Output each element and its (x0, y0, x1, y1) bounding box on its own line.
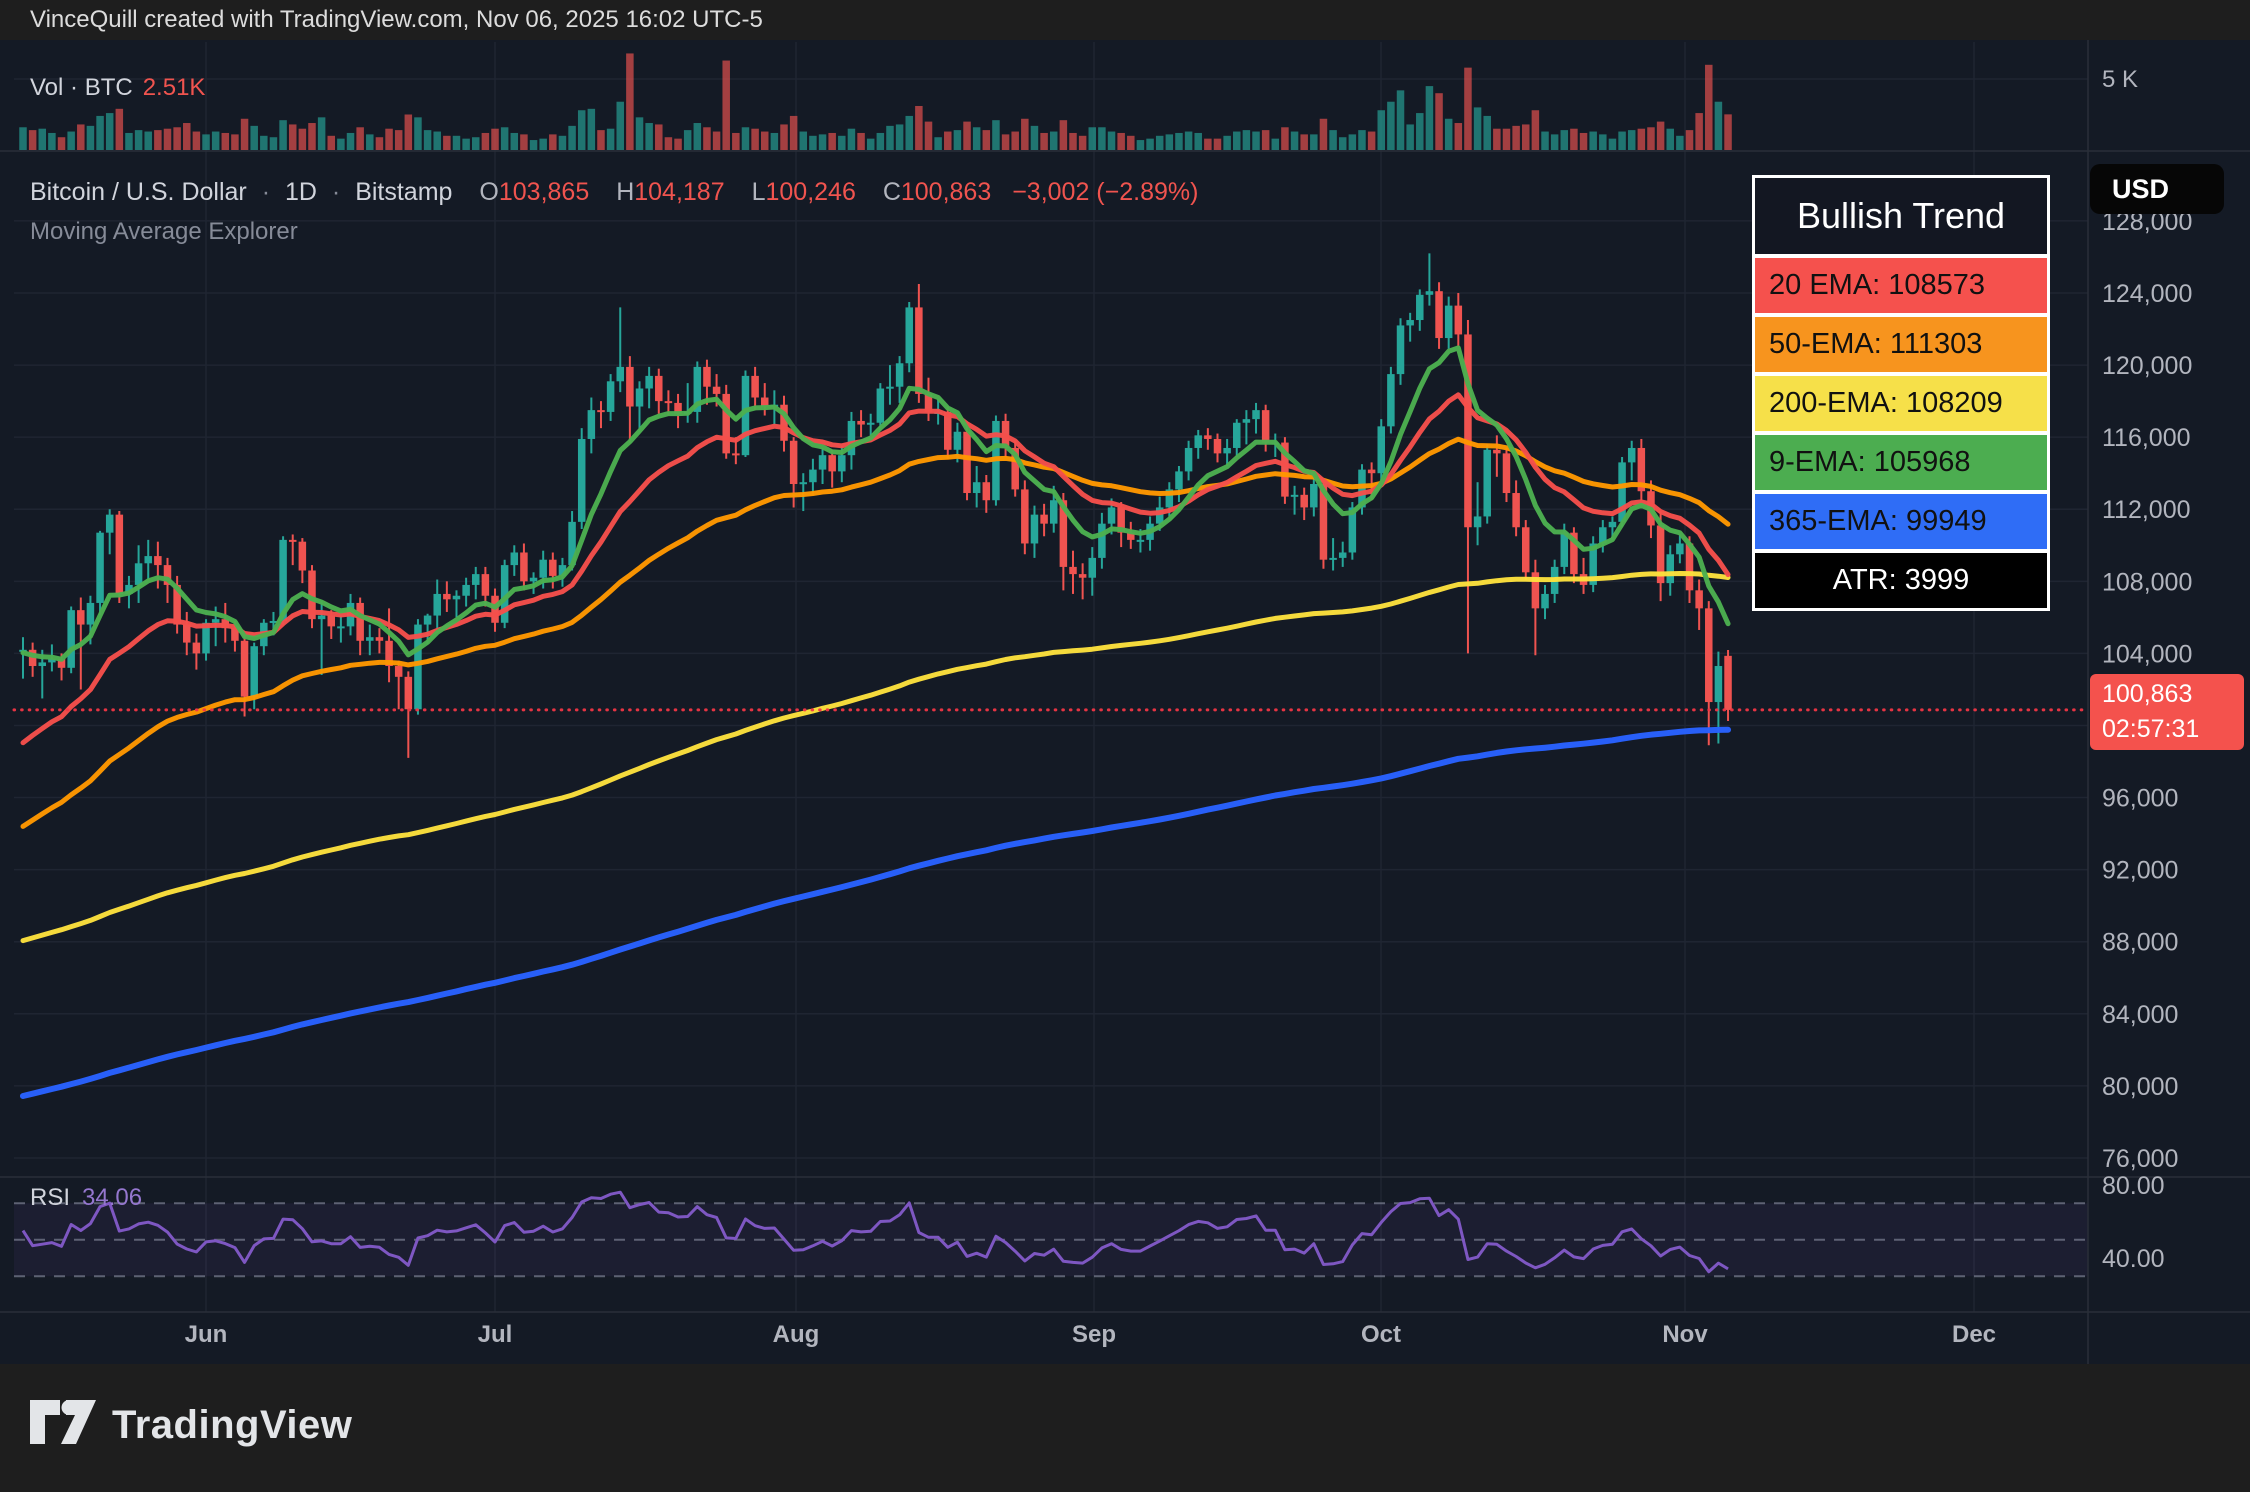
rsi-legend-value: 34.06 (82, 1184, 142, 1211)
svg-text:120,000: 120,000 (2102, 352, 2192, 380)
svg-text:Aug: Aug (773, 1321, 820, 1348)
volume-legend: Vol · BTC 2.51K (30, 74, 205, 102)
tradingview-brand[interactable]: TradingView (30, 1400, 352, 1450)
svg-text:80.00: 80.00 (2102, 1172, 2165, 1200)
symbol-name[interactable]: Bitcoin / U.S. Dollar (30, 178, 247, 206)
legend-row-9ema: 9-EMA: 105968 (1755, 435, 2047, 490)
separator-dot: · (332, 178, 340, 206)
rsi-legend: RSI 34.06 (30, 1184, 142, 1212)
footer-bar: TradingView (0, 1364, 2250, 1492)
interval-label[interactable]: 1D (285, 178, 317, 206)
rsi-legend-label[interactable]: RSI (30, 1184, 70, 1211)
legend-row-365ema: 365-EMA: 99949 (1755, 494, 2047, 549)
open-value: 103,865 (499, 178, 589, 206)
9-EMA-line (23, 348, 1728, 659)
separator-dot: · (262, 178, 270, 206)
365-EMA-line (23, 730, 1728, 1096)
high-value: 104,187 (634, 178, 724, 206)
low-value: 100,246 (765, 178, 855, 206)
volume-legend-label: Vol · BTC (30, 74, 133, 101)
attribution-text: VinceQuill created with TradingView.com,… (30, 6, 763, 33)
svg-text:Oct: Oct (1361, 1321, 1401, 1348)
svg-text:96,000: 96,000 (2102, 785, 2178, 813)
svg-text:124,000: 124,000 (2102, 280, 2192, 308)
trend-legend-title: Bullish Trend (1755, 178, 2047, 254)
ema-lines (23, 348, 1728, 1096)
currency-badge[interactable]: USD (2090, 164, 2224, 214)
svg-text:80,000: 80,000 (2102, 1073, 2178, 1101)
svg-text:Dec: Dec (1952, 1321, 1996, 1348)
bar-countdown: 02:57:31 (2102, 712, 2244, 747)
symbol-legend: Bitcoin / U.S. Dollar · 1D · Bitstamp O1… (30, 178, 1198, 207)
legend-row-200ema: 200-EMA: 108209 (1755, 376, 2047, 431)
legend-row-20ema: 20 EMA: 108573 (1755, 258, 2047, 313)
legend-row-atr: ATR: 3999 (1755, 553, 2047, 608)
trend-legend-box: Bullish Trend 20 EMA: 108573 50-EMA: 111… (1752, 175, 2050, 611)
low-label: L (752, 178, 766, 206)
tradingview-logo-icon (30, 1400, 96, 1450)
legend-row-50ema: 50-EMA: 111303 (1755, 317, 2047, 372)
time-axis[interactable]: Jun Jul Aug Sep Oct Nov Dec (185, 1321, 1996, 1348)
close-value: 100,863 (901, 178, 991, 206)
tradingview-chart-page: VinceQuill created with TradingView.com,… (0, 0, 2250, 1492)
volume-axis-label: 5 K (2102, 66, 2138, 94)
attribution-bar: VinceQuill created with TradingView.com,… (0, 0, 2250, 40)
svg-text:Jul: Jul (478, 1321, 513, 1348)
exchange-label: Bitstamp (355, 178, 452, 206)
tradingview-brand-text: TradingView (112, 1403, 352, 1448)
svg-text:92,000: 92,000 (2102, 857, 2178, 885)
svg-text:40.00: 40.00 (2102, 1245, 2165, 1273)
volume-bars (19, 53, 1732, 150)
svg-text:88,000: 88,000 (2102, 929, 2178, 957)
volume-legend-value: 2.51K (143, 74, 206, 101)
svg-text:Jun: Jun (185, 1321, 228, 1348)
high-label: H (616, 178, 634, 206)
50-EMA-line (23, 439, 1728, 826)
svg-text:112,000: 112,000 (2102, 496, 2191, 524)
indicator-name[interactable]: Moving Average Explorer (30, 218, 298, 246)
svg-text:Nov: Nov (1662, 1321, 1708, 1348)
svg-text:104,000: 104,000 (2102, 640, 2192, 668)
last-price-value: 100,863 (2102, 677, 2244, 712)
last-price-badge: 100,863 02:57:31 (2090, 674, 2244, 750)
change-value: −3,002 (−2.89%) (1012, 178, 1198, 206)
svg-text:116,000: 116,000 (2102, 424, 2191, 452)
candlestick-series (19, 253, 1732, 758)
rsi-band (14, 1203, 2088, 1276)
svg-text:76,000: 76,000 (2102, 1145, 2178, 1173)
svg-text:84,000: 84,000 (2102, 1001, 2178, 1029)
svg-text:Sep: Sep (1072, 1321, 1116, 1348)
svg-text:108,000: 108,000 (2102, 568, 2192, 596)
close-label: C (883, 178, 901, 206)
open-label: O (479, 178, 498, 206)
